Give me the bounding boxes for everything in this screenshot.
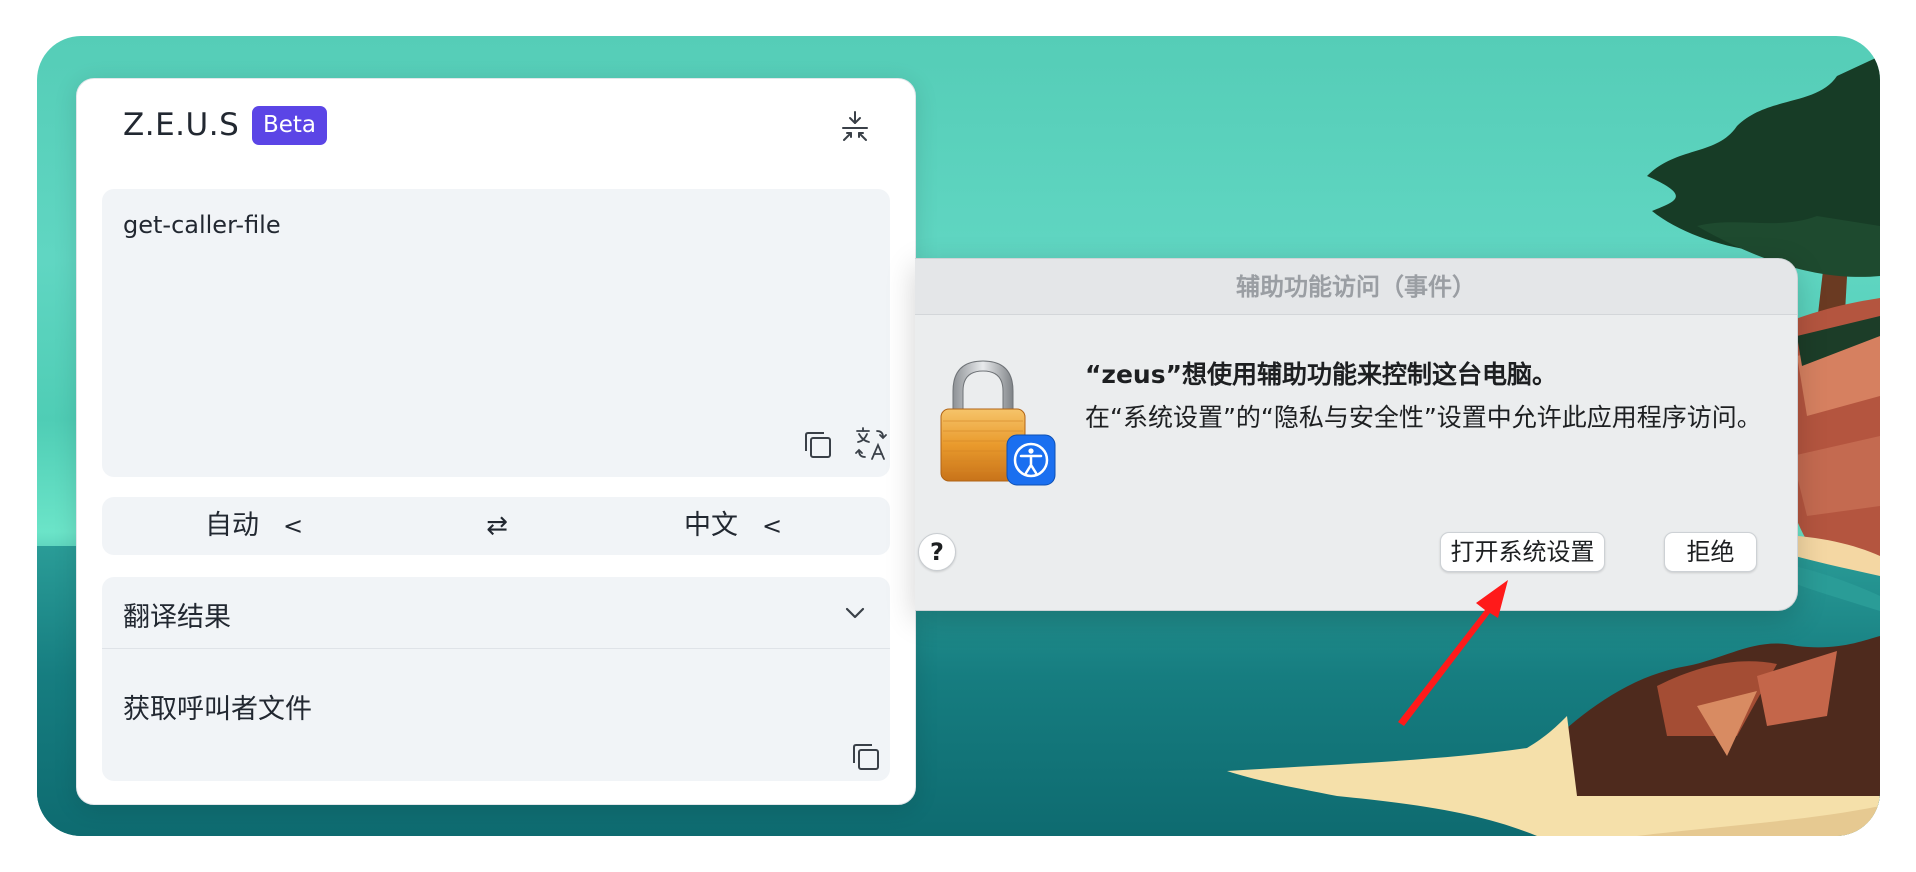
dialog-title: 辅助功能访问（事件）: [915, 259, 1797, 315]
chevron-left-icon: <: [283, 512, 304, 540]
target-language-label: 中文: [684, 510, 738, 541]
target-language-select[interactable]: 中文 <: [684, 497, 782, 555]
dialog-message: 在“系统设置”的“隐私与安全性”设置中允许此应用程序访问。: [1085, 403, 1762, 432]
swap-icon[interactable]: ⇄: [482, 507, 512, 545]
open-system-settings-button[interactable]: 打开系统设置: [1440, 532, 1605, 572]
copy-icon[interactable]: [802, 429, 834, 461]
source-language-label: 自动: [205, 510, 259, 541]
chevron-down-icon[interactable]: [843, 603, 867, 623]
result-header-label: 翻译结果: [123, 602, 231, 633]
lock-icon: [940, 360, 1056, 486]
beta-badge: Beta: [252, 106, 327, 145]
translate-icon[interactable]: [854, 425, 888, 461]
translation-result-box: 翻译结果 获取呼叫者文件: [102, 577, 890, 781]
accessibility-icon: [1006, 434, 1056, 486]
annotation-arrow-icon: [1398, 580, 1508, 726]
collapse-icon[interactable]: [839, 110, 871, 142]
dialog-heading: “zeus”想使用辅助功能来控制这台电脑。: [1085, 360, 1558, 389]
chevron-left-icon: <: [762, 512, 783, 540]
result-header[interactable]: 翻译结果: [102, 577, 890, 649]
result-text: 获取呼叫者文件: [123, 694, 312, 725]
language-selector-bar: 自动 < ⇄ 中文 <: [102, 497, 890, 555]
zeus-panel: Z.E.U.S Beta get-caller-file 自动 < ⇄ 中文 < 翻…: [76, 78, 916, 805]
source-text[interactable]: get-caller-file: [123, 211, 281, 239]
copy-icon[interactable]: [850, 741, 882, 773]
source-language-select[interactable]: 自动 <: [205, 497, 303, 555]
source-text-box[interactable]: get-caller-file: [102, 189, 890, 477]
deny-button[interactable]: 拒绝: [1664, 532, 1757, 572]
app-title: Z.E.U.S: [123, 107, 240, 143]
help-button[interactable]: ?: [918, 533, 956, 571]
accessibility-permission-dialog: 辅助功能访问（事件） “zeus”想使用辅助功能来控制这台电脑。 在“系统设置”…: [915, 258, 1798, 611]
